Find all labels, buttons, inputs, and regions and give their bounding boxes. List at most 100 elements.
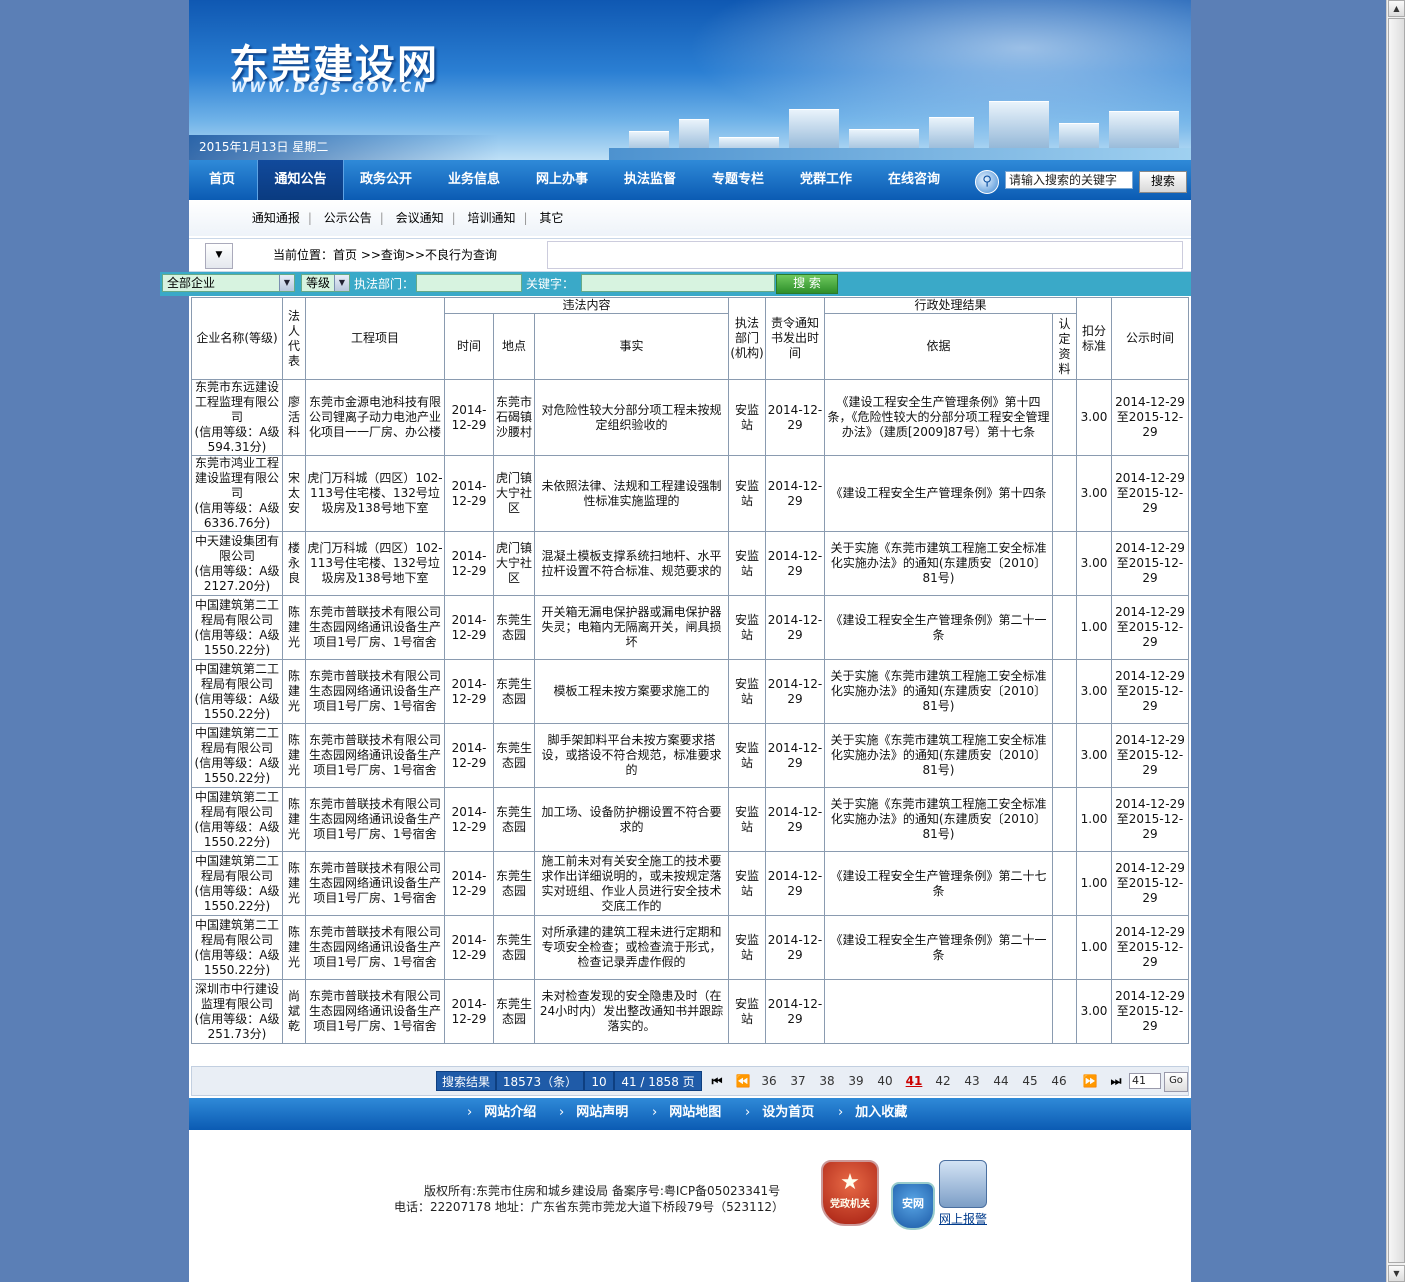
cell-deduct: 1.00 xyxy=(1076,595,1113,660)
search-input[interactable]: 请输入搜索的关键字 xyxy=(1005,171,1133,189)
page-link[interactable]: 41 xyxy=(902,1071,926,1091)
page-go-button[interactable]: Go xyxy=(1164,1072,1188,1092)
vertical-scrollbar[interactable]: ▲ ▼ xyxy=(1386,0,1405,1282)
cell-time: 2014-12-29 xyxy=(444,787,494,852)
scroll-thumb[interactable] xyxy=(1388,18,1405,1263)
cell-project: 东莞市普联技术有限公司生态园网络通讯设备生产项目1号厂房、1号宿舍 xyxy=(305,915,445,980)
cell-fact: 模板工程未按方案要求施工的 xyxy=(533,659,730,724)
nav-item-home[interactable]: 首页 xyxy=(195,160,249,200)
nav-item-consult[interactable]: 在线咨询 xyxy=(877,160,951,200)
footer-link-set-home[interactable]: 设为首页 xyxy=(745,1098,814,1128)
page-jump-input[interactable]: 41 xyxy=(1129,1073,1161,1089)
subnav-item-meetings[interactable]: 会议通知 xyxy=(396,211,444,225)
page-link[interactable]: 38 xyxy=(815,1071,839,1091)
cell-confirm xyxy=(1052,531,1078,596)
header-admin-result: 行政处理结果 xyxy=(824,297,1078,314)
cell-time: 2014-12-29 xyxy=(444,659,494,724)
header-banner: 东莞建设网 WWW.DGJS.GOV.CN 2015年1月13日 星期二 xyxy=(189,0,1191,160)
police-report-badge[interactable]: 网上报警 xyxy=(933,1160,993,1230)
nav-item-notices[interactable]: 通知公告 xyxy=(257,160,344,200)
menu-toggle-button[interactable]: ▼ xyxy=(205,243,233,269)
keyword-input[interactable] xyxy=(581,274,775,292)
cell-place: 虎门镇大宁社区 xyxy=(493,531,535,596)
company-type-select[interactable]: 全部企业 ▼ xyxy=(162,274,295,292)
nav-item-party-work[interactable]: 党群工作 xyxy=(789,160,863,200)
cell-notice-date: 2014-12-29 xyxy=(765,455,826,532)
party-gov-badge[interactable]: ★ 党政机关 xyxy=(821,1160,879,1226)
nav-item-online-services[interactable]: 网上办事 xyxy=(525,160,599,200)
prev-page-icon[interactable]: ⏪ xyxy=(733,1071,753,1091)
cell-publish: 2014-12-29至2015-12-29 xyxy=(1111,851,1190,916)
first-page-icon[interactable]: ⏮ xyxy=(707,1071,727,1091)
cell-basis: 《建设工程安全生产管理条例》第十四条 xyxy=(824,455,1054,532)
footer-link-sitemap[interactable]: 网站地图 xyxy=(652,1098,721,1128)
filter-search-button[interactable]: 搜 索 xyxy=(776,274,838,294)
table-row: 东莞市鸿业工程建设监理有限公司 (信用等级：A级6336.76分) 宋太安 虎门万科城… xyxy=(191,455,1190,532)
table-row: 中国建筑第二工程局有限公司 (信用等级：A级1550.22分) 陈建光 东莞市普联技术… xyxy=(191,915,1190,980)
page-link[interactable]: 44 xyxy=(989,1071,1013,1091)
cell-place: 东莞生态园 xyxy=(493,595,535,660)
page-link[interactable]: 37 xyxy=(786,1071,810,1091)
page-link[interactable]: 46 xyxy=(1047,1071,1071,1091)
company-name: 中国建筑第二工程局有限公司 xyxy=(194,661,279,691)
safe-net-badge[interactable]: 安网 xyxy=(891,1182,935,1230)
subnav-item-other[interactable]: 其它 xyxy=(539,211,563,225)
page-link[interactable]: 43 xyxy=(960,1071,984,1091)
cell-confirm xyxy=(1052,455,1078,532)
scroll-up-icon[interactable]: ▲ xyxy=(1388,0,1405,17)
footer-link-favorite[interactable]: 加入收藏 xyxy=(838,1098,907,1128)
cell-basis: 《建设工程安全生产管理条例》第二十七条 xyxy=(824,851,1054,916)
chevron-down-icon: ▼ xyxy=(279,275,294,291)
cell-time: 2014-12-29 xyxy=(444,595,494,660)
cell-legal-rep: 陈建光 xyxy=(282,915,306,980)
keyword-label: 关键字： xyxy=(526,277,575,291)
cell-basis xyxy=(824,979,1054,1044)
grade-select[interactable]: 等级 ▼ xyxy=(301,274,350,292)
subnav-item-notices[interactable]: 通知通报 xyxy=(252,211,300,225)
table-row: 中国建筑第二工程局有限公司 (信用等级：A级1550.22分) 陈建光 东莞市普联技术… xyxy=(191,723,1190,788)
cell-dept: 安监站 xyxy=(728,787,767,852)
page-link[interactable]: 36 xyxy=(757,1071,781,1091)
nav-item-special-topics[interactable]: 专题专栏 xyxy=(701,160,775,200)
page-link[interactable]: 42 xyxy=(931,1071,955,1091)
company-name: 深圳市中行建设监理有限公司 xyxy=(194,981,279,1011)
cell-place: 东莞生态园 xyxy=(493,851,535,916)
company-name: 中国建筑第二工程局有限公司 xyxy=(194,917,279,947)
subnav-item-announcements[interactable]: 公示公告 xyxy=(324,211,372,225)
cell-notice-date: 2014-12-29 xyxy=(765,851,826,916)
page-link[interactable]: 39 xyxy=(844,1071,868,1091)
last-page-icon[interactable]: ⏭ xyxy=(1106,1071,1126,1091)
cell-fact: 加工场、设备防护棚设置不符合要求的 xyxy=(533,787,730,852)
nav-item-gov-affairs[interactable]: 政务公开 xyxy=(349,160,423,200)
header-company: 企业名称(等级) xyxy=(191,297,283,380)
table-body: 东莞市东远建设工程监理有限公司 (信用等级：A级594.31分) 廖活科 东莞市金源电… xyxy=(191,379,1190,1044)
company-grade: (信用等级：A级1550.22分) xyxy=(194,883,280,913)
dept-input[interactable] xyxy=(416,274,522,292)
grade-value: 等级 xyxy=(306,276,331,290)
cell-place: 东莞生态园 xyxy=(493,659,535,724)
page-link[interactable]: 40 xyxy=(873,1071,897,1091)
party-gov-badge-label: 党政机关 xyxy=(830,1199,870,1210)
subnav-item-training[interactable]: 培训通知 xyxy=(468,211,516,225)
cell-time: 2014-12-29 xyxy=(444,723,494,788)
next-page-icon[interactable]: ⏩ xyxy=(1080,1071,1100,1091)
nav-item-business-info[interactable]: 业务信息 xyxy=(437,160,511,200)
cell-legal-rep: 陈建光 xyxy=(282,723,306,788)
cell-dept: 安监站 xyxy=(728,979,767,1044)
cell-notice-date: 2014-12-29 xyxy=(765,915,826,980)
company-name: 中国建筑第二工程局有限公司 xyxy=(194,853,279,883)
cell-confirm xyxy=(1052,851,1078,916)
page-link[interactable]: 45 xyxy=(1018,1071,1042,1091)
nav-item-law-enforcement[interactable]: 执法监督 xyxy=(613,160,687,200)
footer-link-statement[interactable]: 网站声明 xyxy=(559,1098,628,1128)
pager-per-page: 10 xyxy=(584,1071,614,1091)
cell-confirm xyxy=(1052,979,1078,1044)
cell-company: 深圳市中行建设监理有限公司 (信用等级：A级251.73分) xyxy=(191,979,283,1044)
pager-total: 18573（条） xyxy=(496,1071,584,1091)
cell-project: 东莞市普联技术有限公司生态园网络通讯设备生产项目1号厂房、1号宿舍 xyxy=(305,851,445,916)
search-icon: ⚲ xyxy=(975,170,999,194)
search-button[interactable]: 搜索 xyxy=(1139,171,1187,193)
footer-link-about[interactable]: 网站介绍 xyxy=(467,1098,536,1128)
scroll-down-icon[interactable]: ▼ xyxy=(1388,1265,1405,1282)
cell-deduct: 1.00 xyxy=(1076,851,1113,916)
